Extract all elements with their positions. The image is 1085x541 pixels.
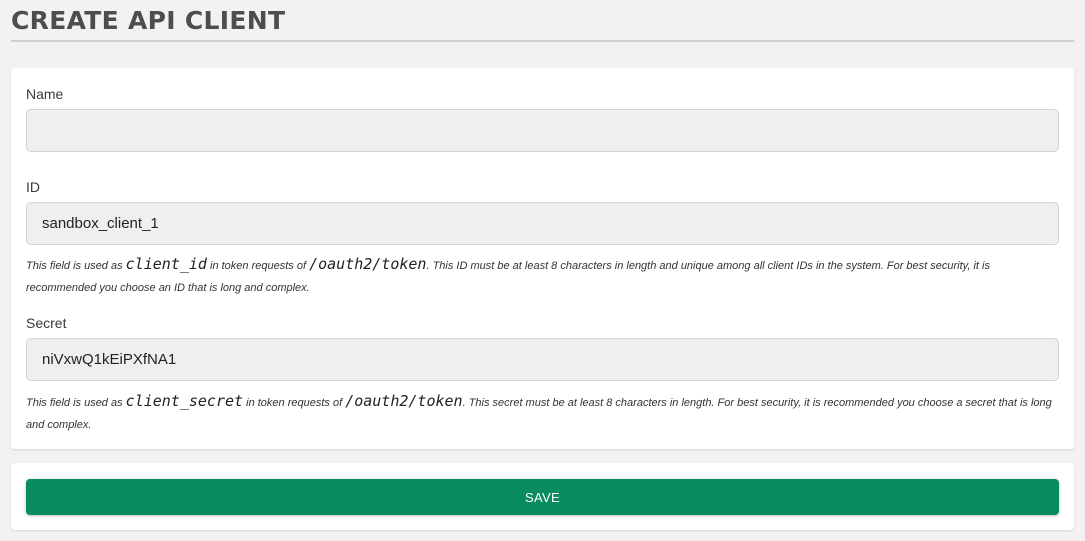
secret-help-middle: in token requests of xyxy=(243,397,346,409)
page-title: CREATE API CLIENT xyxy=(11,6,286,35)
secret-help-prefix: This field is used as xyxy=(26,397,126,409)
save-button[interactable]: SAVE xyxy=(26,479,1059,515)
id-label: ID xyxy=(26,179,40,195)
id-help-code-endpoint: /oauth2/token xyxy=(309,255,427,273)
secret-help-code-client-secret: client_secret xyxy=(125,392,244,410)
name-label: Name xyxy=(26,86,64,102)
action-card: SAVE xyxy=(11,463,1074,530)
name-input[interactable] xyxy=(26,109,1059,152)
id-help-prefix: This field is used as xyxy=(26,260,126,272)
secret-label: Secret xyxy=(26,315,67,331)
secret-help-code-endpoint: /oauth2/token xyxy=(345,392,463,410)
id-input[interactable] xyxy=(26,202,1059,245)
page-header: CREATE API CLIENT xyxy=(11,0,1074,42)
id-help-code-client-id: client_id xyxy=(125,255,207,273)
id-help-text: This field is used as client_id in token… xyxy=(26,253,1061,299)
secret-help-text: This field is used as client_secret in t… xyxy=(26,390,1061,436)
secret-input[interactable] xyxy=(26,338,1059,381)
client-form-card: Name ID This field is used as client_id … xyxy=(11,68,1074,449)
id-help-middle: in token requests of xyxy=(206,260,310,272)
